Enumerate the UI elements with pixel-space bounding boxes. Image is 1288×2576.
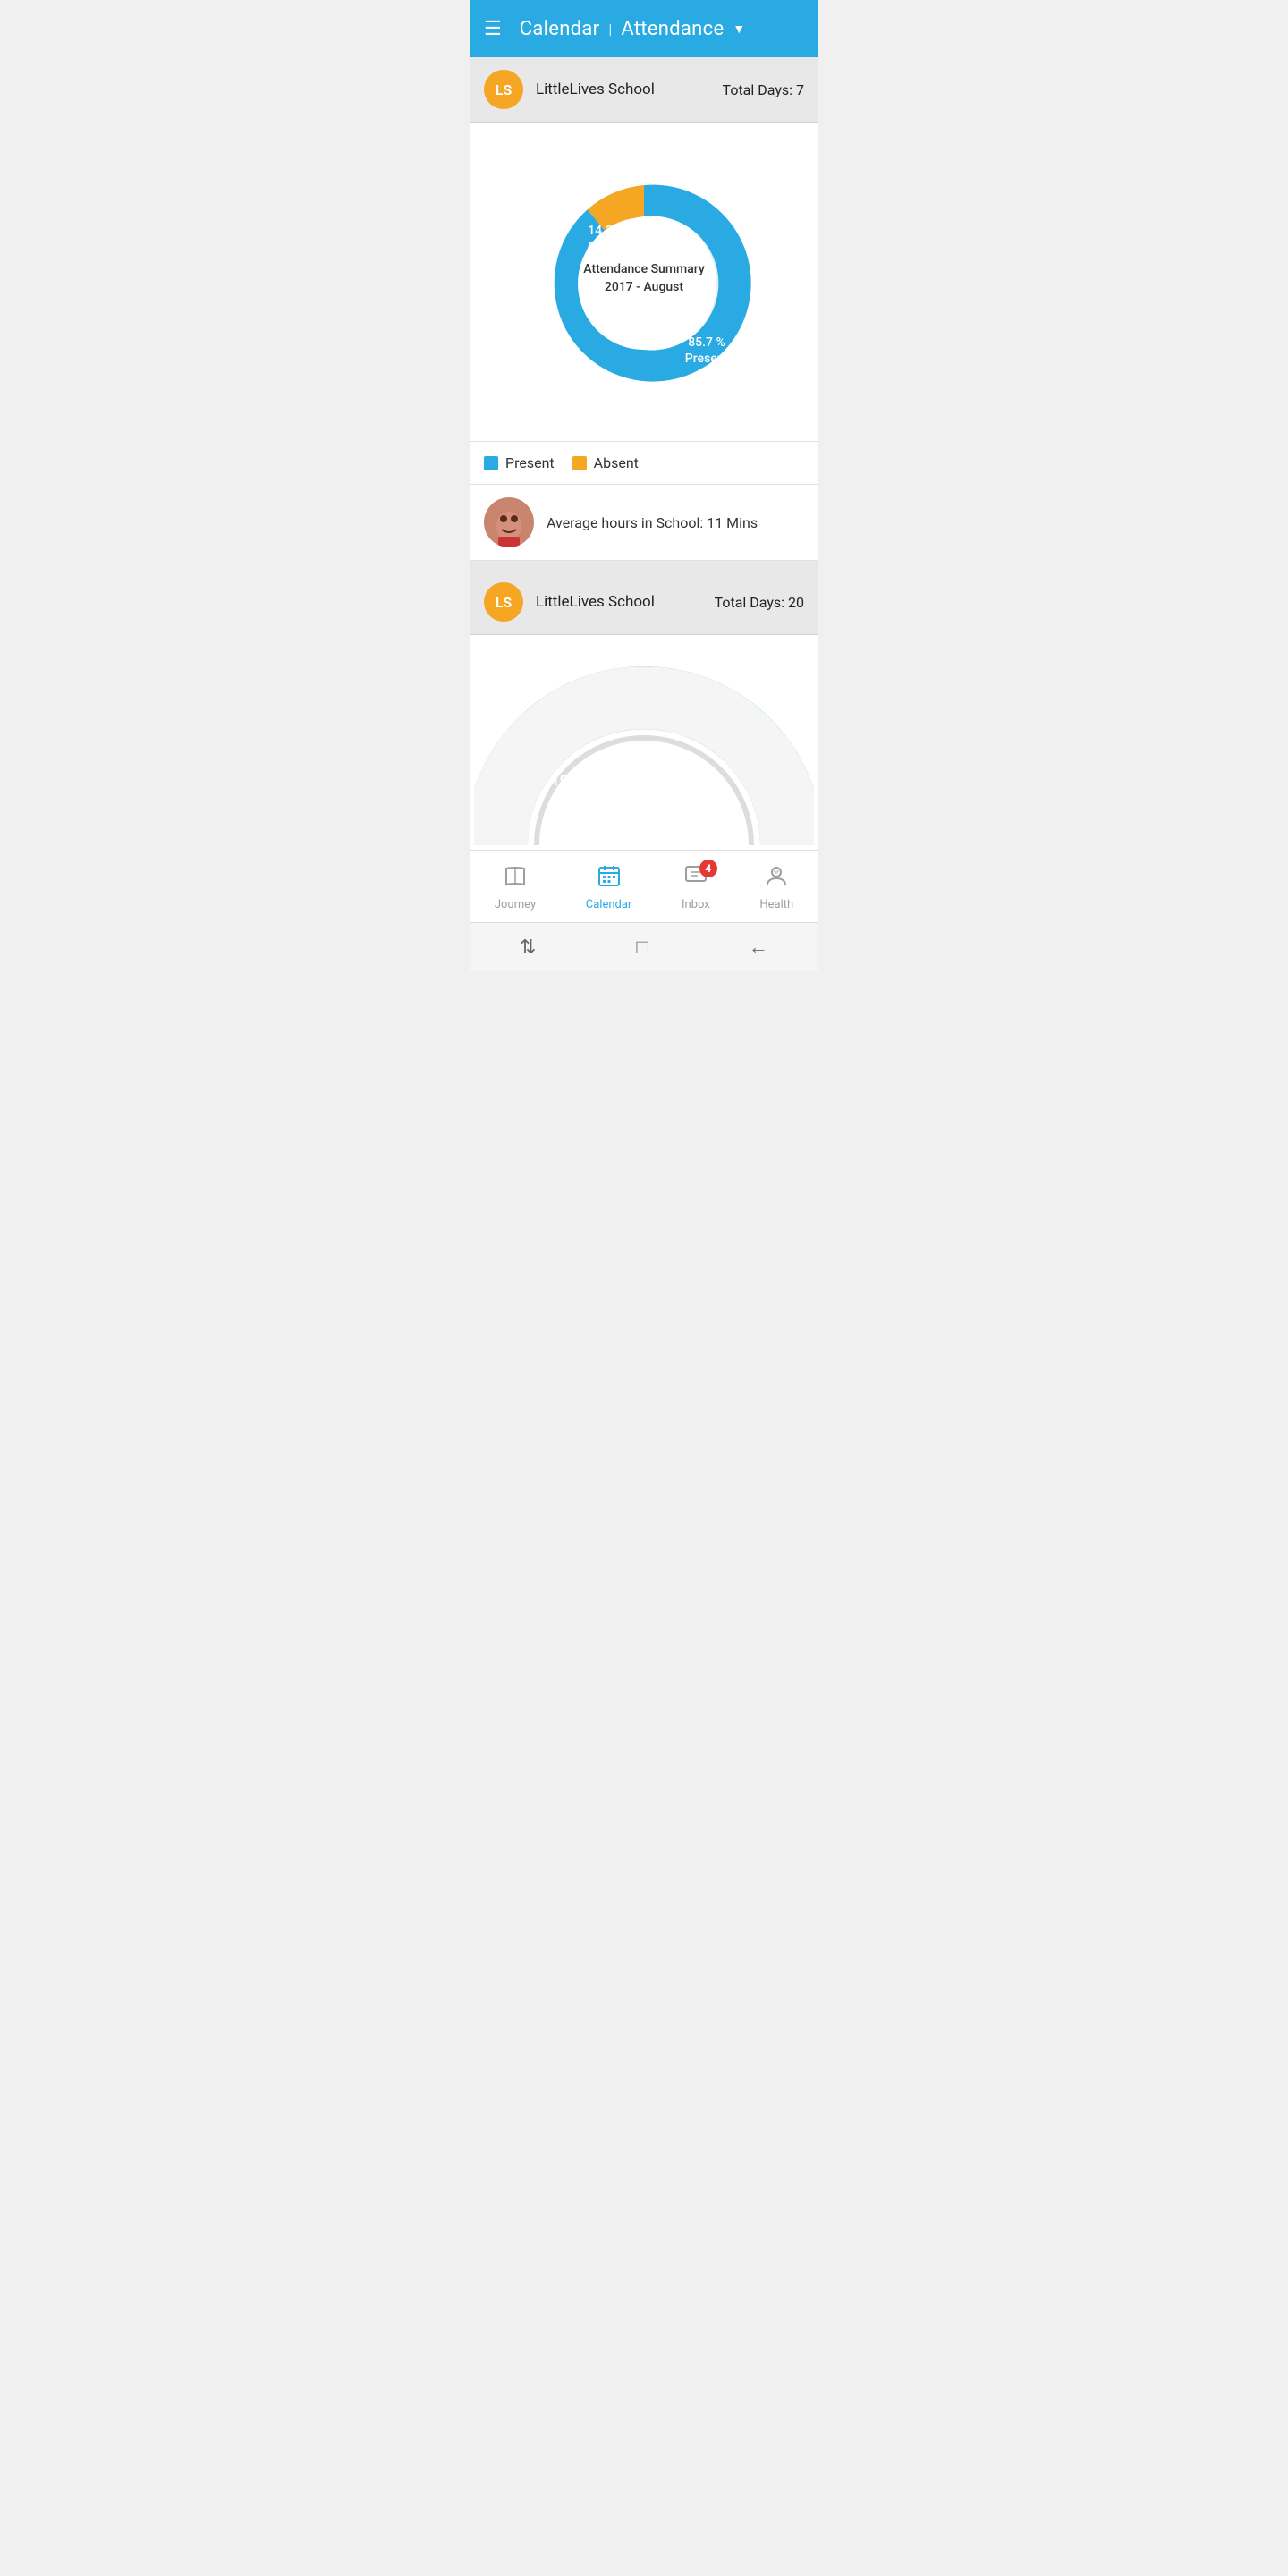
nav-item-journey[interactable]: Journey — [480, 860, 550, 915]
app-header: ☰ Calendar | Attendance ▼ — [470, 0, 818, 57]
avg-hours-text: Average hours in School: 11 Mins — [547, 514, 758, 531]
section2-bg-fill — [474, 666, 814, 845]
health-label: Health — [759, 898, 793, 911]
calendar-icon — [597, 863, 622, 894]
school-name-2: LittleLives School — [536, 593, 715, 611]
section2-chart-section: 15.0 % Absent — [470, 635, 818, 850]
book-icon — [503, 863, 528, 894]
home-icon[interactable]: □ — [637, 936, 648, 959]
present-percent-label: 85.7 % — [688, 335, 725, 350]
chart-center-line2: 2017 - August — [605, 280, 683, 294]
absent-percent-label: 14.3 % — [588, 224, 625, 238]
half-donut-svg: 15.0 % Absent — [474, 635, 814, 850]
inbox-badge: 4 — [699, 860, 717, 877]
absent-text-label: Absent — [587, 240, 627, 254]
student-row-1: Average hours in School: 11 Mins — [470, 484, 818, 561]
absent-text-label-2: Absent — [550, 790, 596, 807]
nav-item-health[interactable]: Health — [745, 860, 808, 915]
nav-item-calendar[interactable]: Calendar — [572, 860, 647, 915]
section-gap — [470, 561, 818, 570]
system-nav-bar: ⇅ □ ← — [470, 922, 818, 971]
legend-present-box — [484, 456, 498, 470]
legend-absent-label: Absent — [594, 454, 639, 471]
menu-icon[interactable]: ☰ — [484, 18, 502, 40]
legend-present: Present — [484, 454, 555, 471]
bottom-navigation: Journey Calendar 4 — [470, 850, 818, 922]
absent-percent-label-2: 15.0 % — [551, 772, 594, 789]
student-avatar-1 — [484, 497, 534, 547]
section1-chart-section: Attendance Summary 2017 - August 14.3 % … — [470, 123, 818, 441]
header-attendance-label: Attendance — [621, 18, 724, 40]
header-calendar-label: Calendar — [520, 18, 600, 40]
legend-absent: Absent — [572, 454, 639, 471]
header-separator: | — [608, 21, 612, 38]
school-avatar-1: LS — [484, 70, 523, 109]
header-dropdown-icon[interactable]: ▼ — [733, 21, 745, 37]
school-name-1: LittleLives School — [536, 80, 723, 98]
donut-svg-1: Attendance Summary 2017 - August 14.3 % … — [510, 149, 778, 418]
recent-apps-icon[interactable]: ⇅ — [520, 936, 536, 959]
calendar-label: Calendar — [586, 898, 632, 911]
health-icon — [764, 863, 789, 894]
total-days-2: Total Days: 20 — [715, 594, 804, 611]
inbox-label: Inbox — [682, 898, 710, 911]
present-text-label: Present — [685, 352, 729, 366]
donut-chart-1: Attendance Summary 2017 - August 14.3 % … — [484, 140, 804, 427]
total-days-1: Total Days: 7 — [723, 81, 804, 98]
section1-header: LS LittleLives School Total Days: 7 — [470, 57, 818, 123]
section2-header: LS LittleLives School Total Days: 20 — [470, 570, 818, 635]
half-donut-chart-2: 15.0 % Absent — [470, 635, 818, 850]
school-avatar-2: LS — [484, 582, 523, 622]
chart-center-line1: Attendance Summary — [583, 262, 705, 276]
legend-absent-box — [572, 456, 587, 470]
journey-label: Journey — [495, 898, 536, 911]
back-icon[interactable]: ← — [749, 936, 768, 959]
chart-legend-1: Present Absent — [470, 441, 818, 484]
legend-present-label: Present — [505, 454, 555, 471]
student-avatar-img — [484, 497, 534, 547]
nav-item-inbox[interactable]: 4 Inbox — [667, 860, 724, 915]
